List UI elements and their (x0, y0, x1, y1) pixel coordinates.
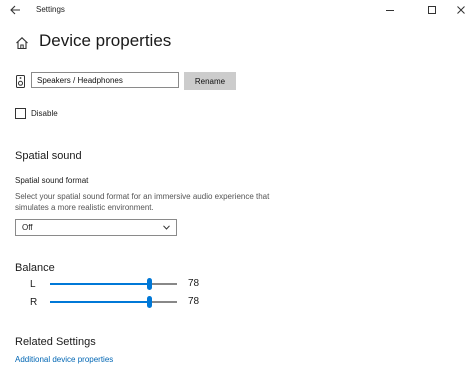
maximize-icon (428, 6, 436, 14)
close-button[interactable] (451, 2, 471, 18)
title-bar: Settings (0, 0, 474, 22)
left-balance-slider[interactable] (50, 278, 177, 290)
additional-device-properties-link[interactable]: Additional device properties (15, 355, 113, 364)
selected-format: Off (22, 223, 33, 232)
disable-checkbox[interactable] (15, 108, 26, 119)
speaker-icon (16, 75, 25, 88)
chevron-down-icon (163, 225, 170, 230)
right-channel-label: R (30, 297, 38, 308)
minimize-button[interactable] (380, 2, 400, 18)
back-arrow-icon[interactable] (8, 3, 22, 17)
minimize-icon (386, 10, 394, 11)
page-title: Device properties (39, 31, 172, 50)
balance-header: Balance (15, 262, 55, 274)
left-balance-value: 78 (188, 278, 200, 289)
right-balance-value: 78 (188, 296, 200, 307)
slider-thumb[interactable] (147, 296, 153, 308)
slider-thumb[interactable] (147, 278, 153, 290)
home-icon[interactable] (15, 36, 29, 50)
spatial-description: Select your spatial sound format for an … (15, 192, 270, 212)
slider-fill (50, 283, 150, 285)
spatial-format-select[interactable]: Off (15, 219, 177, 236)
slider-fill (50, 301, 150, 303)
spatial-sound-header: Spatial sound (15, 150, 82, 162)
related-settings-header: Related Settings (15, 336, 96, 348)
rename-button[interactable]: Rename (184, 72, 236, 90)
close-icon (457, 6, 465, 14)
maximize-button[interactable] (422, 2, 442, 18)
spatial-format-label: Spatial sound format (15, 176, 89, 185)
right-balance-slider[interactable] (50, 296, 177, 308)
left-channel-label: L (30, 279, 36, 290)
disable-label: Disable (31, 109, 58, 118)
window-title: Settings (36, 5, 65, 14)
device-name-input[interactable] (31, 72, 179, 88)
